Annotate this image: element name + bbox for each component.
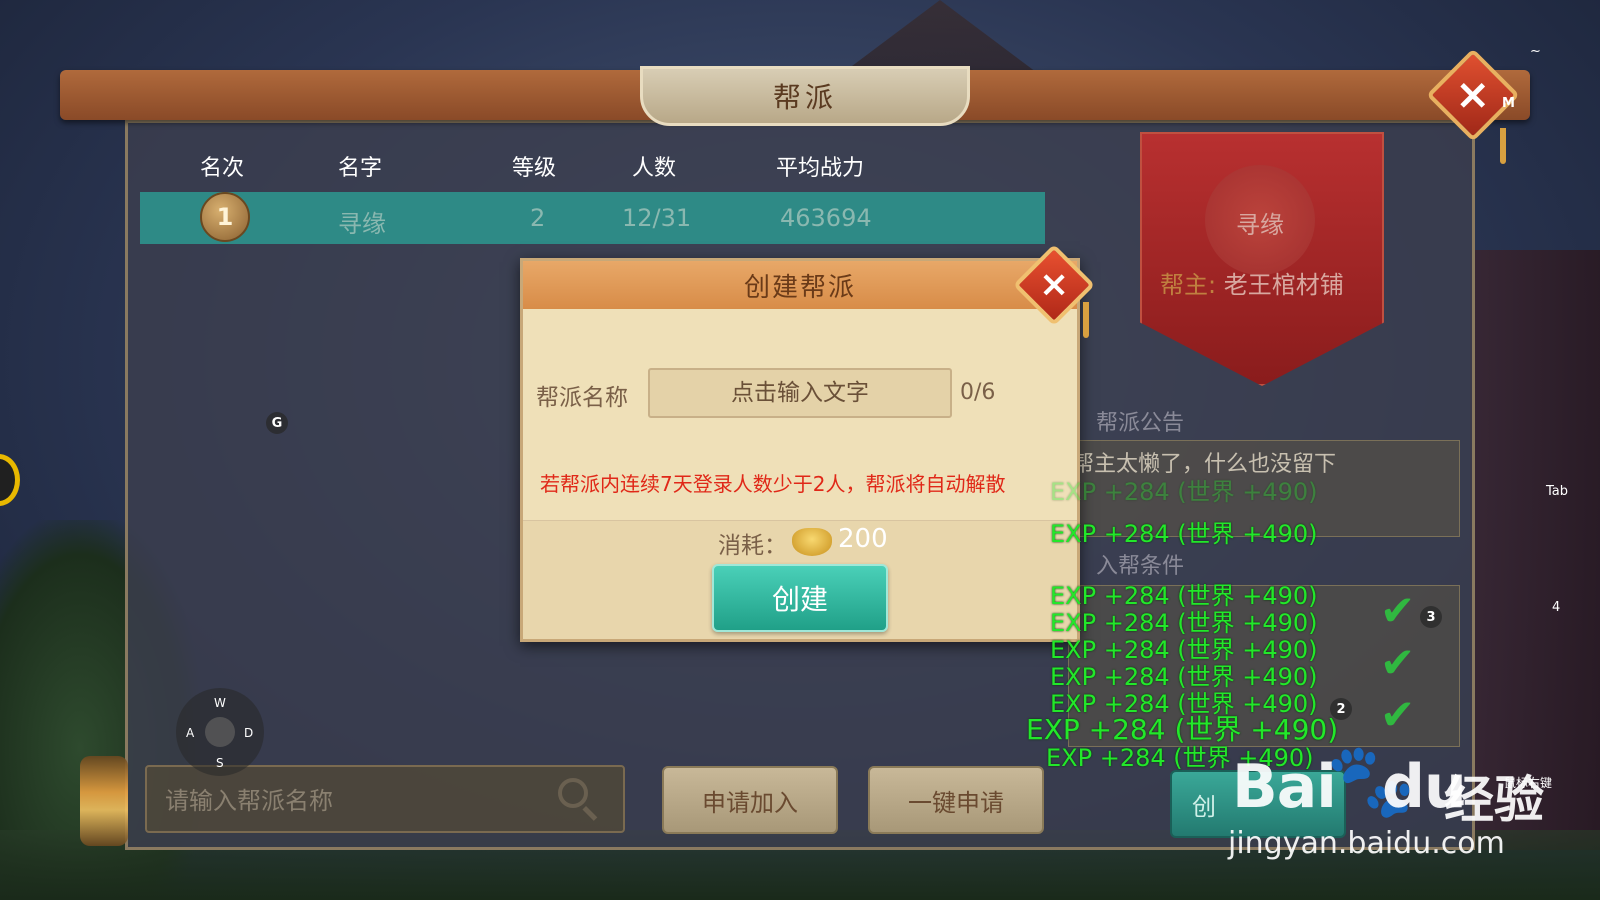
column-header-rank: 名次 [200, 156, 245, 181]
close-icon: × [1038, 263, 1070, 305]
cell-power: 463694 [780, 204, 872, 232]
tassel-decoration [1083, 302, 1089, 338]
dialog-title: 创建帮派 [743, 272, 856, 303]
lantern-icon [80, 756, 128, 846]
watermark-logo-bai: Bai [1232, 752, 1337, 822]
dialog-divider [523, 520, 1077, 521]
column-header-power: 平均战力 [776, 156, 865, 181]
check-icon: ✔ [1380, 638, 1416, 687]
check-icon: ✔ [1380, 690, 1416, 739]
cell-members: 12/31 [622, 204, 692, 232]
apply-join-button[interactable]: 申请加入 [662, 766, 838, 834]
watermark-cn: 经验 [1444, 771, 1544, 829]
page-title: 帮派 [772, 81, 837, 114]
watermark-url: jingyan.baidu.com [1228, 826, 1505, 861]
exp-gain-message: EXP +284 (世界 +490) [1050, 478, 1318, 506]
cell-level: 2 [530, 204, 546, 232]
banner-leader: 帮主: 老王棺材铺 [1160, 265, 1344, 300]
guild-name-input[interactable]: 点击输入文字 [648, 368, 952, 418]
cost-value: 200 [838, 524, 888, 554]
key-hint-3[interactable]: 3 [1420, 606, 1442, 628]
watermark-logo: Bai [1232, 752, 1337, 822]
char-count: 0/6 [960, 380, 996, 405]
column-header-level: 等级 [512, 156, 557, 181]
notice-section-title: 帮派公告 [1096, 411, 1185, 436]
search-icon[interactable] [558, 778, 588, 808]
key-d: D [244, 726, 254, 740]
leader-name: 老王棺材铺 [1223, 271, 1344, 299]
dissolve-warning: 若帮派内连续7天登录人数少于2人，帮派将自动解散 [540, 472, 1006, 496]
key-hint-2[interactable]: 2 [1330, 698, 1352, 720]
check-icon: ✔ [1380, 586, 1416, 635]
tassel-decoration [1500, 128, 1506, 164]
key-hint-4[interactable]: 4 [1552, 600, 1560, 615]
exp-gain-message: EXP +284 (世界 +490) [1050, 520, 1318, 548]
table-row[interactable] [140, 192, 1045, 244]
quick-apply-button[interactable]: 一键申请 [868, 766, 1044, 834]
leader-label: 帮主: [1160, 271, 1217, 299]
column-header-members: 人数 [632, 156, 677, 181]
close-icon: × [1455, 69, 1491, 119]
column-header-name: 名字 [338, 156, 383, 181]
rank-medal-icon: 1 [200, 192, 250, 242]
cost-label: 消耗： [718, 533, 787, 559]
key-hint-tab[interactable]: Tab [1546, 484, 1568, 499]
key-w: W [214, 696, 226, 710]
dialog-header: 创建帮派 [523, 261, 1077, 309]
guild-name-label: 帮派名称 [536, 385, 628, 411]
cell-guild-name: 寻缘 [338, 210, 386, 238]
gold-ingot-icon [792, 528, 832, 556]
key-hint-m[interactable]: M [1502, 96, 1515, 111]
confirm-create-button[interactable]: 创建 [712, 564, 888, 632]
key-a: A [186, 726, 195, 740]
joystick-knob[interactable] [205, 717, 235, 747]
banner-guild-name: 寻缘 [1236, 211, 1284, 239]
key-s: S [216, 756, 224, 770]
guild-panel-title-plate: 帮派 [640, 66, 970, 126]
key-hint-g[interactable]: G [266, 412, 288, 434]
key-hint-tilde[interactable]: ~ [1530, 44, 1541, 59]
side-ring-icon[interactable] [0, 454, 20, 506]
rank-number: 1 [216, 203, 234, 231]
